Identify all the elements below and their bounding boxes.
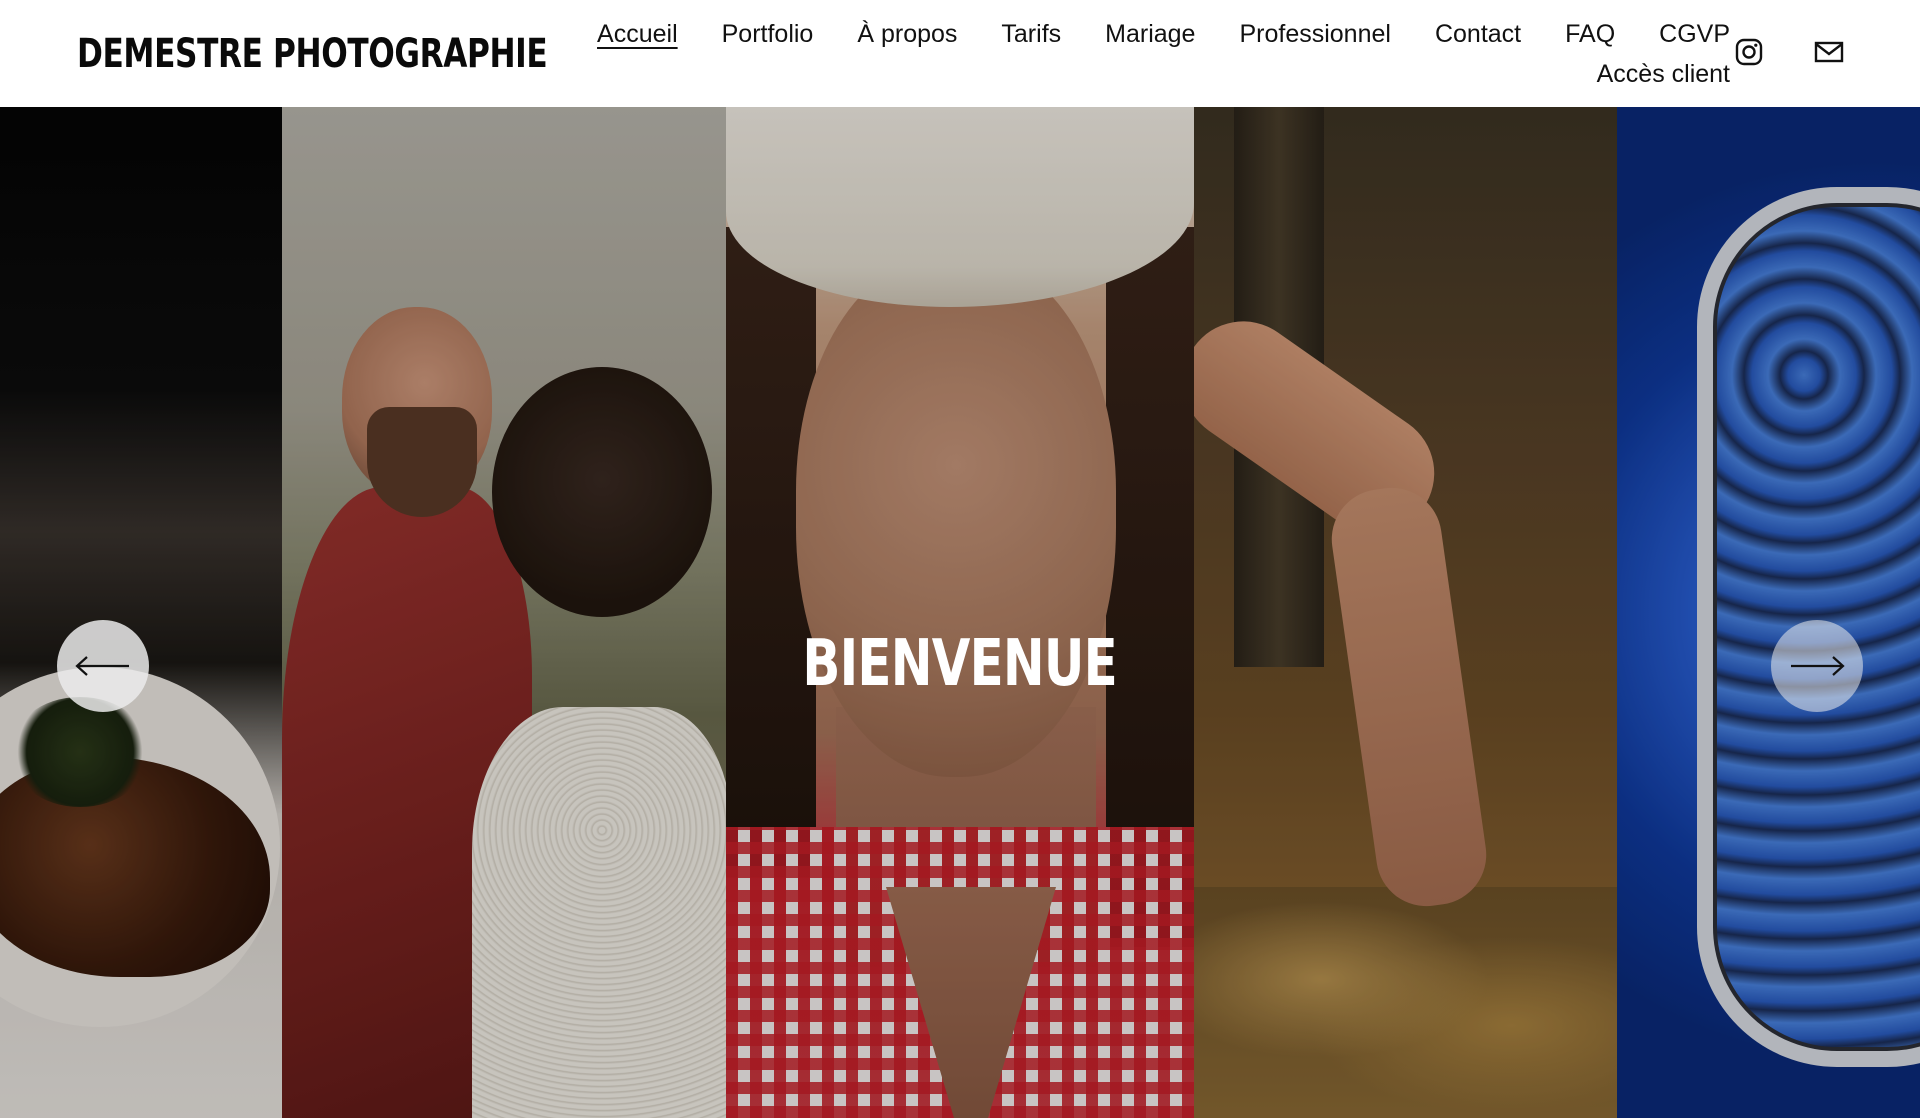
site-logo[interactable]: DEMESTRE PHOTOGRAPHIE — [77, 28, 548, 80]
nav-item-a-propos[interactable]: À propos — [857, 18, 957, 50]
hero-title: BIENVENUE — [0, 627, 1920, 701]
nav-item-faq[interactable]: FAQ — [1565, 18, 1615, 50]
arrow-left-icon — [75, 656, 129, 676]
nav-item-acces-client[interactable]: Accès client — [1597, 58, 1730, 90]
main-nav: Accueil Portfolio À propos Tarifs Mariag… — [585, 18, 1730, 90]
nav-item-professionnel[interactable]: Professionnel — [1239, 18, 1390, 50]
site-header: DEMESTRE PHOTOGRAPHIE Accueil Portfolio … — [0, 0, 1920, 107]
instagram-icon[interactable] — [1733, 36, 1765, 68]
nav-item-tarifs[interactable]: Tarifs — [1001, 18, 1061, 50]
slider-prev-button[interactable] — [57, 620, 149, 712]
social-icons — [1733, 36, 1845, 68]
arrow-right-icon — [1791, 656, 1845, 676]
mail-icon[interactable] — [1813, 36, 1845, 68]
hero-slider: BIENVENUE — [0, 107, 1920, 1118]
slider-next-button[interactable] — [1771, 620, 1863, 712]
nav-item-portfolio[interactable]: Portfolio — [722, 18, 814, 50]
nav-item-accueil[interactable]: Accueil — [597, 18, 678, 50]
hero-title-text: BIENVENUE — [802, 627, 1118, 701]
nav-item-cgvp[interactable]: CGVP — [1659, 18, 1730, 50]
nav-item-mariage[interactable]: Mariage — [1105, 18, 1195, 50]
slider-dim-overlay — [0, 107, 1920, 1118]
nav-item-contact[interactable]: Contact — [1435, 18, 1521, 50]
